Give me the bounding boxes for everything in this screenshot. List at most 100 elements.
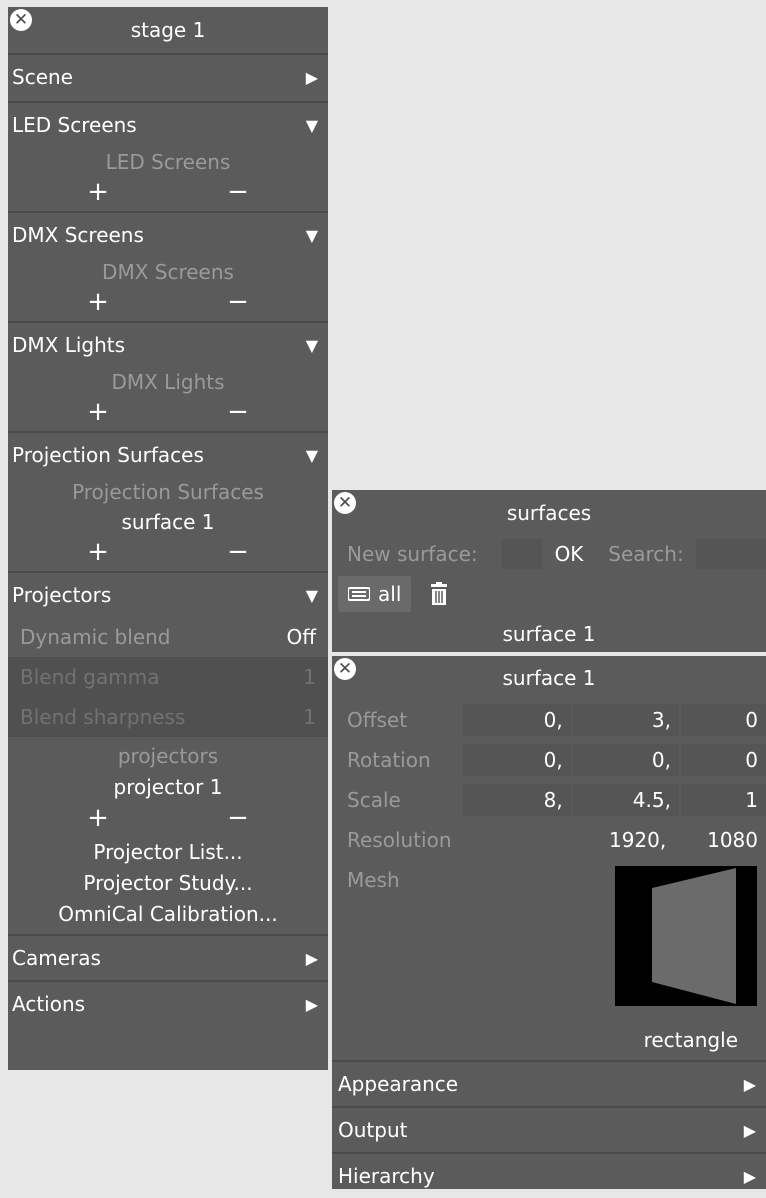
search-input[interactable] xyxy=(696,539,766,569)
rotation-label: Rotation xyxy=(347,748,431,772)
section-hierarchy[interactable]: Hierarchy ▶ xyxy=(332,1152,766,1198)
offset-x-field[interactable]: 0, xyxy=(462,704,571,736)
scale-row: Scale 8, 4.5, 1 xyxy=(332,780,766,820)
stage-panel: ✕ stage 1 Scene ▶ LED Screens ▼ LED Scre… xyxy=(8,7,328,1070)
stage-titlebar: ✕ stage 1 xyxy=(8,7,328,53)
surfaces-list-item[interactable]: surface 1 xyxy=(8,507,328,537)
surface-list-item[interactable]: surface 1 xyxy=(332,616,766,652)
triangle-down-icon: ▼ xyxy=(305,585,318,605)
section-appearance-label: Appearance xyxy=(338,1072,459,1096)
resolution-width-field[interactable]: 1920, xyxy=(571,824,674,856)
triangle-right-icon: ▶ xyxy=(743,1074,756,1094)
add-button[interactable]: + xyxy=(87,537,109,571)
ok-button[interactable]: OK xyxy=(542,542,596,566)
projectors-list-title: projectors xyxy=(117,744,219,768)
close-icon[interactable]: ✕ xyxy=(334,492,356,514)
rotation-y-field[interactable]: 0, xyxy=(572,744,679,776)
section-led-label: LED Screens xyxy=(12,113,137,137)
dmx-screens-list-title: DMX Screens xyxy=(102,260,234,284)
section-scene[interactable]: Scene ▶ xyxy=(8,53,328,99)
remove-button[interactable]: − xyxy=(227,537,249,571)
offset-row: Offset 0, 3, 0 xyxy=(332,700,766,740)
section-actions[interactable]: Actions ▶ xyxy=(8,980,328,1026)
all-filter-label: all xyxy=(378,582,402,606)
blend-gamma-row: Blend gamma 1 xyxy=(8,657,328,697)
triangle-down-icon: ▼ xyxy=(305,225,318,245)
dynamic-blend-row[interactable]: Dynamic blend Off xyxy=(8,617,328,657)
scale-label: Scale xyxy=(347,788,401,812)
offset-y-field[interactable]: 3, xyxy=(572,704,679,736)
rotation-row: Rotation 0, 0, 0 xyxy=(332,740,766,780)
section-projection-surfaces[interactable]: Projection Surfaces ▼ xyxy=(8,431,328,477)
section-dmx-lights[interactable]: DMX Lights ▼ xyxy=(8,321,328,367)
section-cameras[interactable]: Cameras ▶ xyxy=(8,934,328,980)
add-button[interactable]: + xyxy=(87,397,109,431)
projectors-list-item[interactable]: projector 1 xyxy=(8,772,328,803)
add-button[interactable]: + xyxy=(87,177,109,211)
section-hierarchy-label: Hierarchy xyxy=(338,1164,435,1188)
scale-x-field[interactable]: 8, xyxy=(462,784,571,816)
surfaces-title: surfaces xyxy=(506,501,592,525)
section-surfaces-label: Projection Surfaces xyxy=(12,443,204,467)
dmx-lights-list-title: DMX Lights xyxy=(111,370,225,394)
section-led-screens[interactable]: LED Screens ▼ xyxy=(8,101,328,147)
trash-icon[interactable] xyxy=(429,582,449,606)
surfaces-add-remove: + − xyxy=(8,537,328,571)
projectors-add-remove: + − xyxy=(8,803,328,837)
add-button[interactable]: + xyxy=(87,803,109,837)
resolution-height-field[interactable]: 1080 xyxy=(676,824,766,856)
mesh-preview[interactable] xyxy=(615,866,757,1006)
section-dmx-screens[interactable]: DMX Screens ▼ xyxy=(8,211,328,257)
add-button[interactable]: + xyxy=(87,287,109,321)
section-dmx-lights-label: DMX Lights xyxy=(12,333,126,357)
projector-study-button[interactable]: Projector Study... xyxy=(8,868,328,899)
section-appearance[interactable]: Appearance ▶ xyxy=(332,1060,766,1106)
blend-sharpness-value: 1 xyxy=(303,705,316,729)
offset-z-field[interactable]: 0 xyxy=(680,704,766,736)
remove-button[interactable]: − xyxy=(227,397,249,431)
dynamic-blend-value[interactable]: Off xyxy=(286,625,316,649)
section-dmx-screens-label: DMX Screens xyxy=(12,223,144,247)
triangle-right-icon: ▶ xyxy=(305,67,318,87)
rotation-z-field[interactable]: 0 xyxy=(680,744,766,776)
offset-label: Offset xyxy=(347,708,408,732)
led-list-title: LED Screens xyxy=(105,150,231,174)
surfaces-list-title: Projection Surfaces xyxy=(72,480,264,504)
scale-z-field[interactable]: 1 xyxy=(680,784,766,816)
rotation-x-field[interactable]: 0, xyxy=(462,744,571,776)
close-icon[interactable]: ✕ xyxy=(334,658,356,680)
triangle-down-icon: ▼ xyxy=(305,335,318,355)
surfaces-titlebar: ✕ surfaces xyxy=(332,490,766,536)
triangle-right-icon: ▶ xyxy=(743,1120,756,1140)
triangle-right-icon: ▶ xyxy=(743,1166,756,1186)
list-icon xyxy=(348,587,370,601)
section-cameras-label: Cameras xyxy=(12,946,101,970)
new-surface-input[interactable] xyxy=(502,539,542,569)
mesh-row: Mesh xyxy=(332,860,766,1028)
remove-button[interactable]: − xyxy=(227,177,249,211)
triangle-right-icon: ▶ xyxy=(305,948,318,968)
mesh-label: Mesh xyxy=(347,868,400,892)
projector-list-button[interactable]: Projector List... xyxy=(8,837,328,868)
close-icon[interactable]: ✕ xyxy=(10,9,32,31)
section-projectors-label: Projectors xyxy=(12,583,112,607)
blend-sharpness-row: Blend sharpness 1 xyxy=(8,697,328,737)
remove-button[interactable]: − xyxy=(227,287,249,321)
blend-gamma-label: Blend gamma xyxy=(20,665,160,689)
section-projectors[interactable]: Projectors ▼ xyxy=(8,571,328,617)
scale-y-field[interactable]: 4.5, xyxy=(572,784,679,816)
all-filter-button[interactable]: all xyxy=(338,576,412,612)
surface-detail-titlebar: ✕ surface 1 xyxy=(332,656,766,700)
triangle-right-icon: ▶ xyxy=(305,994,318,1014)
blend-gamma-value: 1 xyxy=(303,665,316,689)
blend-sharpness-label: Blend sharpness xyxy=(20,705,186,729)
remove-button[interactable]: − xyxy=(227,803,249,837)
surface-detail-panel: ✕ surface 1 Offset 0, 3, 0 Rotation 0, 0… xyxy=(332,656,766,1189)
new-surface-row: New surface: OK Search: xyxy=(332,536,766,572)
mesh-value[interactable]: rectangle xyxy=(332,1028,766,1060)
section-output-label: Output xyxy=(338,1118,408,1142)
omnical-calibration-button[interactable]: OmniCal Calibration... xyxy=(8,899,328,930)
search-label: Search: xyxy=(608,542,684,566)
section-output[interactable]: Output ▶ xyxy=(332,1106,766,1152)
dynamic-blend-label: Dynamic blend xyxy=(20,625,171,649)
